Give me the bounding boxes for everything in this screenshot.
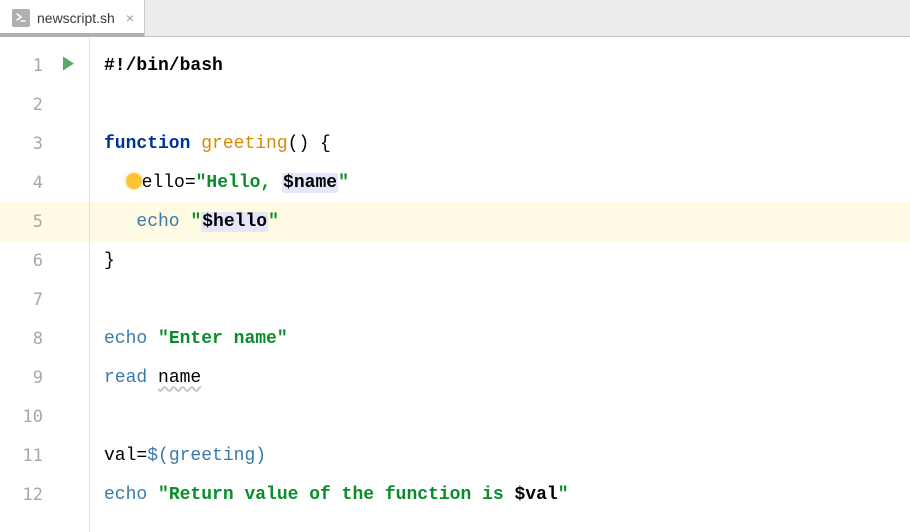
line-number[interactable]: 4 <box>0 163 89 202</box>
line-number-value: 1 <box>33 56 43 76</box>
gutter: 1 2 3 4 5 6 7 8 9 10 11 12 <box>0 37 90 532</box>
line-number-value: 2 <box>33 95 43 115</box>
shell-file-icon <box>12 9 30 27</box>
line-number[interactable]: 7 <box>0 280 89 319</box>
code-line-9[interactable]: read name <box>90 358 910 397</box>
cmd-echo: echo <box>136 212 179 232</box>
var-ref-val: $val <box>515 485 558 505</box>
string-close: " <box>558 485 569 505</box>
line-number-value: 12 <box>23 485 43 505</box>
line-number[interactable]: 6 <box>0 241 89 280</box>
call-greeting: greeting <box>169 446 255 466</box>
open-brace: () { <box>288 134 331 154</box>
code-line-3[interactable]: function greeting() { <box>90 124 910 163</box>
cmd-echo: echo <box>104 485 147 505</box>
line-number-value: 11 <box>23 446 43 466</box>
line-number[interactable]: 12 <box>0 475 89 514</box>
code-line-2[interactable] <box>90 85 910 124</box>
line-number-value: 10 <box>23 407 43 427</box>
arg-name: name <box>158 368 201 388</box>
variable-assign: val= <box>104 446 147 466</box>
line-number-value: 4 <box>33 173 43 193</box>
line-number-value: 8 <box>33 329 43 349</box>
string-close: " <box>338 173 349 193</box>
line-number[interactable]: 8 <box>0 319 89 358</box>
code-line-8[interactable]: echo "Enter name" <box>90 319 910 358</box>
editor: 1 2 3 4 5 6 7 8 9 10 11 12 #!/bin/bash f… <box>0 37 910 532</box>
code-line-1[interactable]: #!/bin/bash <box>90 46 910 85</box>
keyword-function: function <box>104 134 190 154</box>
intention-bulb-icon[interactable] <box>126 173 142 189</box>
tab-newscript[interactable]: newscript.sh × <box>0 0 145 36</box>
subshell-open: $( <box>147 446 169 466</box>
subshell-close: ) <box>255 446 266 466</box>
code-line-12[interactable]: echo "Return value of the function is $v… <box>90 475 910 514</box>
string-open: "Return value of the function is <box>158 485 514 505</box>
string-close: " <box>268 212 279 232</box>
code-line-10[interactable] <box>90 397 910 436</box>
run-icon[interactable] <box>61 55 75 76</box>
code-line-7[interactable] <box>90 280 910 319</box>
close-brace: } <box>104 251 115 271</box>
code-line-6[interactable]: } <box>90 241 910 280</box>
string-open: " <box>190 212 201 232</box>
cmd-echo: echo <box>104 329 147 349</box>
code-line-5[interactable]: echo "$hello" <box>90 202 910 241</box>
cmd-read: read <box>104 368 147 388</box>
line-number-value: 5 <box>33 212 43 232</box>
tab-filename: newscript.sh <box>37 10 115 26</box>
shebang: #!/bin/bash <box>104 56 223 76</box>
line-number[interactable]: 3 <box>0 124 89 163</box>
line-number[interactable]: 11 <box>0 436 89 475</box>
line-number-value: 9 <box>33 368 43 388</box>
line-number[interactable]: 10 <box>0 397 89 436</box>
code-area[interactable]: #!/bin/bash function greeting() { ello="… <box>90 37 910 532</box>
string-open: "Hello, <box>196 173 282 193</box>
var-ref-name: $name <box>282 173 338 193</box>
code-line-11[interactable]: val=$(greeting) <box>90 436 910 475</box>
var-ref-hello: $hello <box>201 212 268 232</box>
line-number-value: 7 <box>33 290 43 310</box>
tab-bar: newscript.sh × <box>0 0 910 37</box>
line-number[interactable]: 1 <box>0 46 89 85</box>
line-number[interactable]: 9 <box>0 358 89 397</box>
line-number-value: 6 <box>33 251 43 271</box>
line-number-value: 3 <box>33 134 43 154</box>
function-name: greeting <box>201 134 287 154</box>
line-number[interactable]: 5 <box>0 202 89 241</box>
line-number[interactable]: 2 <box>0 85 89 124</box>
string-literal: "Enter name" <box>158 329 288 349</box>
variable-assign: ello= <box>142 173 196 193</box>
close-icon[interactable]: × <box>126 10 134 26</box>
code-line-4[interactable]: ello="Hello, $name" <box>90 163 910 202</box>
